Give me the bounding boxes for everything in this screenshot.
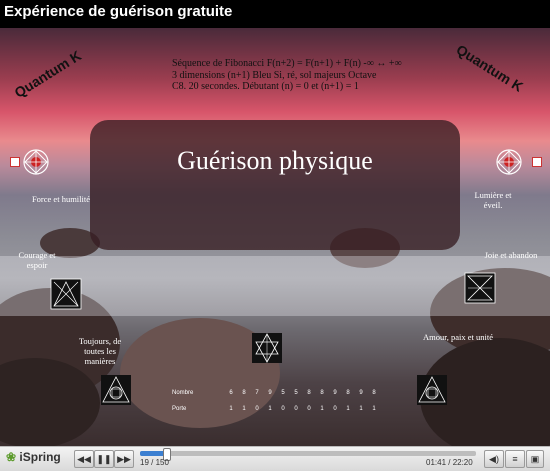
fibonacci-text: Séquence de Fibonacci F(n+2) = F(n+1) + …: [172, 58, 402, 93]
table-cell: 9: [333, 390, 337, 396]
table-cell: 1: [268, 406, 272, 412]
red-mandala-icon: [496, 149, 522, 175]
table-cell: 8: [307, 390, 311, 396]
table-row-label: Porte: [172, 406, 187, 412]
fib-line-1: Séquence de Fibonacci F(n+2) = F(n+1) + …: [172, 58, 402, 69]
triangle-circle-symbol-icon: [100, 374, 132, 406]
previous-button[interactable]: ◀◀: [74, 450, 94, 468]
table-cell: 9: [359, 390, 363, 396]
table-cell: 8: [242, 390, 246, 396]
speaker-icon: ◀): [489, 454, 499, 464]
title-bar: Expérience de guérison gratuite: [0, 0, 550, 28]
red-mandala-icon: [23, 149, 49, 175]
slide-canvas: Quantum K Quantum K Séquence de Fibonacc…: [0, 28, 550, 446]
table-cell: 8: [320, 390, 324, 396]
table-cell: 1: [359, 406, 363, 412]
seek-bar[interactable]: [140, 448, 476, 461]
seek-bar-fill: [140, 451, 166, 456]
small-marker-icon: [532, 157, 542, 167]
small-marker-icon: [10, 157, 20, 167]
table-cell: 1: [372, 406, 376, 412]
fib-line-3: C8. 20 secondes. Débutant (n) = 0 et (n+…: [172, 81, 359, 92]
fullscreen-button[interactable]: ▣: [526, 450, 544, 468]
table-cell: 5: [281, 390, 285, 396]
ispring-logo: ❀ iSpring: [6, 450, 61, 464]
window-title: Expérience de guérison gratuite: [4, 3, 233, 20]
next-button[interactable]: ▶▶: [114, 450, 134, 468]
table-cell: 1: [346, 406, 350, 412]
previous-icon: ◀◀: [77, 454, 91, 464]
ispring-logo-text: iSpring: [19, 450, 61, 464]
table-cell: 1: [320, 406, 324, 412]
label-courage: Courage et espoir: [18, 250, 56, 270]
title-panel: [90, 120, 460, 250]
table-cell: 8: [372, 390, 376, 396]
hourglass-square-symbol-icon: [464, 272, 496, 304]
table-cell: 5: [294, 390, 298, 396]
table-cell: 1: [242, 406, 246, 412]
ispring-logo-icon: ❀: [6, 450, 17, 464]
triangle-square-symbol-icon: [50, 278, 82, 310]
fib-line-2: 3 dimensions (n+1) Bleu Si, ré, sol maje…: [172, 69, 377, 81]
outline-button[interactable]: ≡: [505, 450, 525, 468]
table-cell: 9: [268, 390, 272, 396]
label-amour: Amour, paix et unité: [422, 332, 493, 342]
table-cell: 0: [294, 406, 298, 412]
triangle-circle-symbol-icon: [416, 374, 448, 406]
pause-icon: ❚❚: [96, 454, 112, 464]
time-display: 01:41 / 22:20: [426, 458, 473, 467]
table-row-label: Nombre: [172, 390, 194, 396]
table-cell: 0: [307, 406, 311, 412]
menu-icon: ≡: [512, 454, 518, 464]
table-cell: 6: [229, 390, 233, 396]
table-cell: 0: [333, 406, 337, 412]
panel-title: Guérison physique: [177, 146, 373, 175]
label-joie: Joie et abandon: [484, 250, 538, 260]
next-icon: ▶▶: [117, 454, 131, 464]
table-cell: 0: [281, 406, 285, 412]
table-cell: 0: [255, 406, 259, 412]
quantum-k-left: Quantum K: [11, 47, 84, 101]
table-cell: 7: [255, 390, 259, 396]
label-lumiere: Lumière et éveil.: [474, 190, 512, 210]
table-cell: 8: [346, 390, 350, 396]
table-cell: 1: [229, 406, 233, 412]
star-tetrahedron-symbol-icon: [251, 332, 283, 364]
volume-button[interactable]: ◀): [484, 450, 504, 468]
quantum-k-right: Quantum K: [453, 41, 526, 95]
slide-counter: 19 / 150: [140, 458, 169, 467]
pause-button[interactable]: ❚❚: [94, 450, 114, 468]
fullscreen-icon: ▣: [530, 454, 540, 464]
label-force: Force et humilité: [31, 194, 91, 204]
player-control-bar: ❀ iSpring ◀◀ ❚❚ ▶▶ 19 / 150 01:41 / 22:2…: [0, 446, 550, 471]
label-toujours: Toujours, de toutes les manières: [78, 336, 122, 366]
